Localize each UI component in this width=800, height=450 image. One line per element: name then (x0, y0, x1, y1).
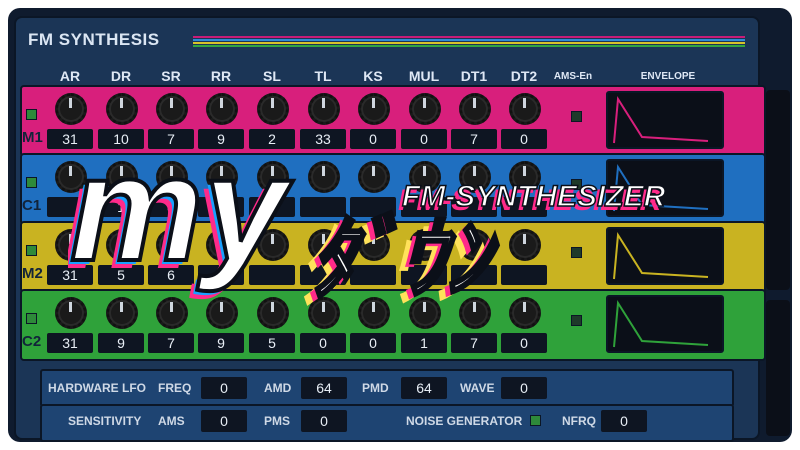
parameter-knob[interactable] (409, 93, 441, 125)
col-tl: TL (314, 68, 332, 84)
col-ams-en: AMS-En (553, 71, 593, 82)
ams-field[interactable]: 0 (201, 410, 247, 432)
col-sr: SR (161, 68, 181, 84)
envelope-curve (613, 95, 709, 144)
col-ar: AR (59, 68, 81, 84)
parameter-value[interactable]: 1 (401, 333, 447, 353)
noise-generator-led[interactable] (530, 415, 541, 426)
col-dt2: DT2 (510, 68, 538, 84)
ams-enable-toggle[interactable] (571, 315, 582, 326)
ams-enable-toggle[interactable] (571, 111, 582, 122)
lfo-pmd-field[interactable]: 64 (401, 377, 447, 399)
parameter-knob[interactable] (459, 93, 491, 125)
lfo-wave-label: WAVE (460, 381, 495, 395)
nfrq-field[interactable]: 0 (601, 410, 647, 432)
parameter-knob[interactable] (257, 93, 289, 125)
logo-line1: my (70, 144, 293, 292)
logo-line3: ﾀﾞｳﾝ (310, 210, 499, 310)
nfrq-label: NFRQ (562, 414, 596, 428)
parameter-value[interactable]: 31 (47, 333, 93, 353)
lfo-wave-field[interactable]: 0 (501, 377, 547, 399)
col-sl: SL (263, 68, 281, 84)
col-mul: MUL (408, 68, 440, 84)
col-envelope: ENVELOPE (640, 71, 696, 82)
operator-label: C2 (22, 333, 42, 350)
operator-enable-led[interactable] (26, 313, 37, 324)
parameter-value[interactable]: 0 (350, 333, 396, 353)
parameter-value[interactable]: 9 (198, 333, 244, 353)
col-dr: DR (110, 68, 132, 84)
pms-label: PMS (264, 414, 291, 428)
ams-label: AMS (158, 414, 185, 428)
parameter-value[interactable]: 5 (249, 333, 295, 353)
lfo-amd-label: AMD (264, 381, 292, 395)
pms-field[interactable]: 0 (301, 410, 347, 432)
lfo-section-label: HARDWARE LFO (48, 381, 146, 395)
app-frame: FM SYNTHESIS AR DR SR RR SL TL KS MUL DT… (8, 8, 792, 442)
lfo-freq-label: FREQ (158, 381, 192, 395)
lfo-pmd-label: PMD (362, 381, 389, 395)
parameter-knob[interactable] (308, 93, 340, 125)
logo-line2: FM-SYNTHESIZER (402, 180, 666, 213)
col-rr: RR (210, 68, 232, 84)
parameter-value[interactable]: 0 (300, 333, 346, 353)
col-dt1: DT1 (460, 68, 488, 84)
parameter-knob[interactable] (509, 93, 541, 125)
parameter-knob[interactable] (206, 93, 238, 125)
parameter-knob[interactable] (156, 93, 188, 125)
parameter-value[interactable]: 7 (451, 333, 497, 353)
envelope-display (606, 91, 724, 149)
right-side-meter (766, 300, 790, 436)
panel-title: FM SYNTHESIS (28, 30, 160, 49)
noise-generator-label: NOISE GENERATOR (406, 414, 523, 428)
operator-enable-led[interactable] (26, 245, 37, 256)
parameter-value[interactable]: 7 (148, 333, 194, 353)
parameter-knob[interactable] (55, 93, 87, 125)
title-stripes (193, 36, 745, 47)
lfo-amd-field[interactable]: 64 (301, 377, 347, 399)
operator-enable-led[interactable] (26, 109, 37, 120)
col-ks: KS (363, 68, 383, 84)
parameter-value[interactable]: 9 (98, 333, 144, 353)
parameter-value[interactable]: 0 (501, 333, 547, 353)
parameter-knob[interactable] (106, 93, 138, 125)
parameter-knob[interactable] (358, 93, 390, 125)
operator-enable-led[interactable] (26, 177, 37, 188)
sensitivity-label: SENSITIVITY (68, 414, 142, 428)
my-fm-synthesizer-logo: my my my FM-SYNTHESIZER FM-SYNTHESIZER ﾀ… (68, 144, 666, 314)
lfo-freq-field[interactable]: 0 (201, 377, 247, 399)
